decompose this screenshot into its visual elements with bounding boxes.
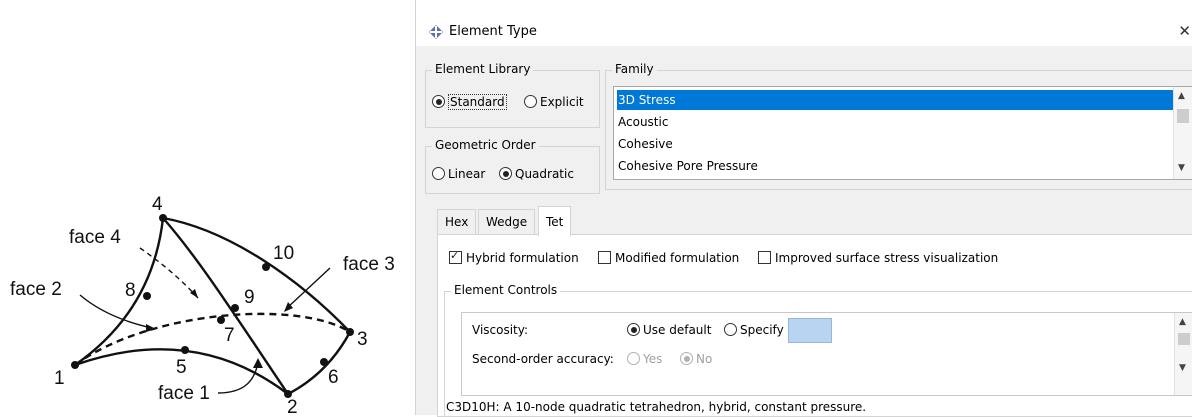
scroll-thumb[interactable] xyxy=(1178,333,1190,345)
library-explicit-radio[interactable]: Explicit xyxy=(524,95,584,109)
geometric-order-group: Geometric Order Linear Quadratic xyxy=(425,138,600,194)
order-linear-label: Linear xyxy=(448,167,486,181)
hybrid-formulation-checkbox[interactable]: Hybrid formulation xyxy=(449,249,579,265)
order-linear-radio[interactable]: Linear xyxy=(432,167,485,181)
viscosity-specify-radio[interactable]: Specify xyxy=(724,318,832,343)
close-icon[interactable]: ✕ xyxy=(1178,22,1191,40)
family-item-acoustic[interactable]: Acoustic xyxy=(617,112,1173,132)
geometric-order-title: Geometric Order xyxy=(432,138,539,152)
node-label-10: 10 xyxy=(273,243,294,264)
tet-tab-panel: Hybrid formulation Modified formulation … xyxy=(437,234,1192,417)
node-label-5: 5 xyxy=(176,357,187,378)
library-standard-radio[interactable]: Standard xyxy=(432,94,507,110)
order-quadratic-radio[interactable]: Quadratic xyxy=(499,167,574,181)
leader-face-1-arrow xyxy=(253,358,263,368)
dialog-title: Element Type xyxy=(449,24,537,39)
leader-face-2 xyxy=(79,294,153,329)
face-label-4: face 4 xyxy=(69,227,121,248)
viscosity-specify-label: Specify xyxy=(740,323,784,337)
second-order-no-label: No xyxy=(696,352,713,366)
scroll-down-icon[interactable]: ▼ xyxy=(1179,363,1186,373)
node-1-dot xyxy=(71,361,79,369)
family-list[interactable]: 3D Stress Acoustic Cohesive Cohesive Por… xyxy=(613,86,1192,180)
scroll-down-icon[interactable]: ▼ xyxy=(1178,163,1185,173)
node-7-dot xyxy=(217,316,225,324)
family-item-cohesive[interactable]: Cohesive xyxy=(617,134,1173,154)
element-type-dialog: Element Type ✕ Element Library Standard … xyxy=(415,0,1192,417)
checkbox-indicator xyxy=(449,249,462,264)
radio-indicator xyxy=(432,95,445,108)
element-controls-scrollbar[interactable]: ▲ ▼ xyxy=(1174,313,1192,395)
tab-tet[interactable]: Tet xyxy=(538,206,572,236)
node-5-dot xyxy=(181,346,189,354)
radio-indicator xyxy=(627,352,640,365)
checkbox-indicator xyxy=(758,251,771,264)
second-order-yes-radio[interactable]: Yes xyxy=(627,352,662,366)
node-6-dot xyxy=(320,358,328,366)
modified-formulation-checkbox[interactable]: Modified formulation xyxy=(598,251,739,265)
viscosity-use-default-radio[interactable]: Use default xyxy=(627,323,711,337)
node-3-dot xyxy=(346,328,354,336)
element-description: C3D10H: A 10-node quadratic tetrahedron,… xyxy=(446,400,867,414)
leader-face-3 xyxy=(286,267,331,309)
viscosity-value-field[interactable] xyxy=(787,318,832,343)
viscosity-label: Viscosity: xyxy=(472,323,529,337)
family-scrollbar[interactable]: ▲ ▼ xyxy=(1173,87,1192,179)
scroll-up-icon[interactable]: ▲ xyxy=(1179,317,1186,327)
radio-indicator xyxy=(627,323,640,336)
node-label-7: 7 xyxy=(224,325,235,346)
node-label-9: 9 xyxy=(244,287,255,308)
family-title: Family xyxy=(612,62,657,76)
radio-indicator xyxy=(499,167,512,180)
app-icon xyxy=(429,25,443,39)
element-library-title: Element Library xyxy=(432,62,534,76)
edge-2-3 xyxy=(287,331,352,396)
element-controls-group: Element Controls Viscosity: Use default … xyxy=(444,283,1192,416)
library-standard-label: Standard xyxy=(448,94,507,110)
tab-wedge[interactable]: Wedge xyxy=(478,209,536,235)
element-controls-scroll-area: Viscosity: Use default Specify Second-or… xyxy=(461,312,1192,396)
radio-indicator xyxy=(432,167,445,180)
scroll-up-icon[interactable]: ▲ xyxy=(1178,91,1185,101)
hybrid-formulation-label: Hybrid formulation xyxy=(466,251,579,265)
modified-formulation-label: Modified formulation xyxy=(615,251,740,265)
order-quadratic-label: Quadratic xyxy=(515,167,574,181)
node-4-dot xyxy=(159,214,167,222)
node-9-dot xyxy=(231,304,239,312)
library-explicit-label: Explicit xyxy=(540,95,584,109)
face-label-3: face 3 xyxy=(343,254,395,275)
family-item-3d-stress[interactable]: 3D Stress xyxy=(617,90,1173,110)
node-label-1: 1 xyxy=(54,368,65,389)
node-label-6: 6 xyxy=(328,367,339,388)
tab-hex[interactable]: Hex xyxy=(437,209,477,235)
node-label-2: 2 xyxy=(287,397,298,415)
face-label-1: face 1 xyxy=(158,383,210,404)
node-label-3: 3 xyxy=(357,329,368,350)
improved-surface-stress-checkbox[interactable]: Improved surface stress visualization xyxy=(758,251,998,265)
radio-indicator xyxy=(680,352,693,365)
node-10-dot xyxy=(262,263,270,271)
face-label-2: face 2 xyxy=(10,279,62,300)
family-item-cohesive-pore-pressure[interactable]: Cohesive Pore Pressure xyxy=(617,156,1173,176)
element-controls-title: Element Controls xyxy=(451,283,561,297)
scroll-thumb[interactable] xyxy=(1177,109,1189,123)
checkbox-indicator xyxy=(598,251,611,264)
second-order-yes-label: Yes xyxy=(643,352,663,366)
node-label-8: 8 xyxy=(125,280,136,301)
second-order-no-radio[interactable]: No xyxy=(680,352,712,366)
title-bar: Element Type ✕ xyxy=(416,0,1192,46)
second-order-accuracy-label: Second-order accuracy: xyxy=(472,352,614,366)
tetrahedron-diagram: 1 2 3 4 5 6 7 8 9 10 face 1 face 2 face … xyxy=(10,194,395,415)
node-8-dot xyxy=(143,292,151,300)
radio-indicator xyxy=(724,323,737,336)
radio-indicator xyxy=(524,95,537,108)
leader-face-1 xyxy=(217,361,259,394)
improved-surface-stress-label: Improved surface stress visualization xyxy=(775,251,999,265)
element-library-group: Element Library Standard Explicit xyxy=(425,62,600,128)
node-label-4: 4 xyxy=(152,194,163,215)
viscosity-use-default-label: Use default xyxy=(643,323,712,337)
